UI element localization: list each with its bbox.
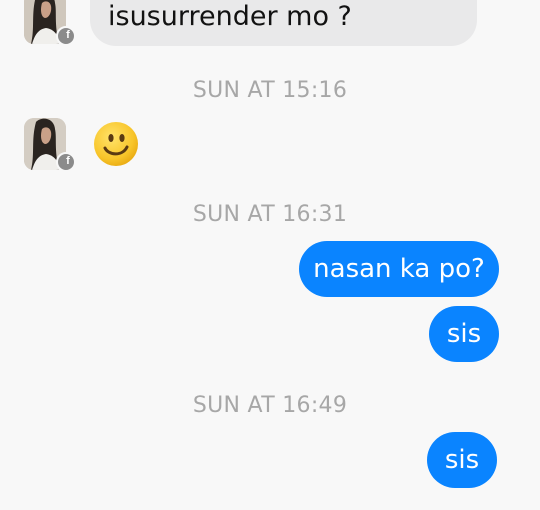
- facebook-badge-icon: f: [56, 152, 76, 172]
- contact-avatar-top[interactable]: f: [24, 0, 76, 46]
- message-timestamp: SUN AT 16:49: [192, 393, 348, 418]
- outgoing-message-bubble[interactable]: sis: [429, 306, 499, 362]
- message-timestamp: SUN AT 16:31: [192, 202, 348, 227]
- facebook-badge-icon: f: [56, 26, 76, 46]
- outgoing-message-bubble[interactable]: nasan ka po?: [299, 241, 499, 297]
- incoming-message-bubble[interactable]: g isusurrender mo ?: [90, 0, 477, 46]
- messenger-chat-thread: f g isusurrender mo ? SUN AT 15:16 f: [0, 0, 540, 510]
- smiling-face-emoji-icon[interactable]: [92, 120, 140, 168]
- contact-avatar[interactable]: f: [24, 118, 76, 172]
- outgoing-message-bubble[interactable]: sis: [427, 432, 497, 488]
- incoming-message-text: isusurrender mo ?: [108, 1, 352, 32]
- message-timestamp: SUN AT 15:16: [192, 78, 348, 103]
